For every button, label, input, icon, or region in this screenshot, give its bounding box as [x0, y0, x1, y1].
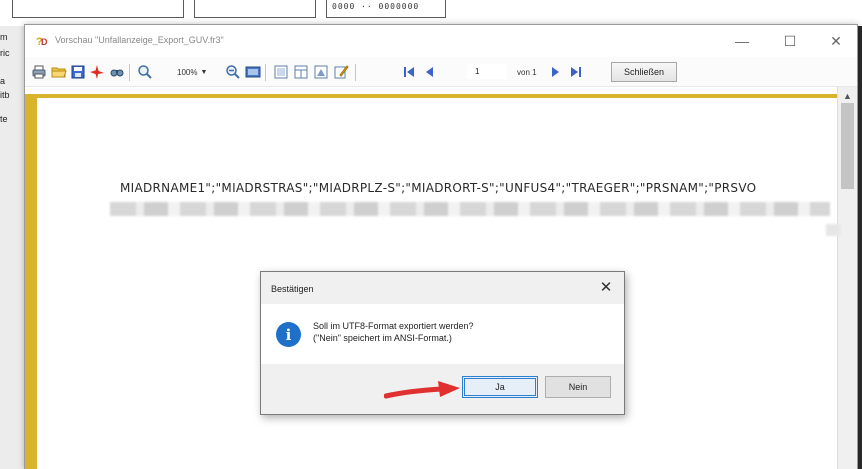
close-preview-button[interactable]: Schließen [611, 62, 677, 82]
minimize-button[interactable]: — [725, 29, 759, 53]
last-page-icon[interactable] [568, 64, 584, 80]
blurred-data-row [110, 202, 830, 216]
save-icon[interactable] [70, 64, 86, 80]
close-window-button[interactable]: ✕ [819, 29, 853, 53]
full-screen-icon[interactable] [245, 64, 261, 80]
toolbar-separator [265, 64, 266, 81]
scrollbar-thumb[interactable] [841, 103, 854, 189]
dialog-message-line2: ("Nein" speichert im ANSI-Format.) [313, 333, 452, 343]
edit-icon[interactable] [333, 64, 349, 80]
toolbar-separator [355, 64, 356, 81]
page-number-input[interactable]: 1 [467, 64, 507, 79]
page-setup-icon[interactable] [273, 64, 289, 80]
app-logo-icon: ? D [36, 35, 48, 48]
background-fragment: itb [0, 90, 10, 100]
outline-icon[interactable] [293, 64, 309, 80]
background-cell [194, 0, 316, 18]
title-bar[interactable]: ? D Vorschau "Unfallanzeige_Export_GUV.f… [25, 25, 857, 57]
open-icon[interactable] [51, 64, 67, 80]
csv-header-line: MIADRNAME1";"MIADRSTRAS";"MIADRPLZ-S";"M… [120, 181, 757, 195]
first-page-icon[interactable] [401, 64, 417, 80]
dialog-title: Bestätigen [271, 284, 314, 294]
zoom-select[interactable]: 100% ▼ [175, 65, 221, 79]
pdf-icon[interactable] [89, 64, 105, 80]
zoom-in-icon[interactable] [137, 64, 153, 80]
find-icon[interactable] [109, 64, 125, 80]
maximize-button[interactable]: ☐ [773, 29, 807, 53]
background-cell [12, 0, 184, 18]
close-icon[interactable]: ✕ [598, 279, 614, 296]
yes-button[interactable]: Ja [462, 376, 538, 398]
info-icon: i [276, 322, 301, 347]
page-frame-left [25, 94, 37, 469]
page-count: von 1 [517, 68, 537, 77]
dialog-body: i Soll im UTF8-Format exportiert werden?… [261, 304, 624, 364]
background-fragment: a [0, 76, 6, 86]
toolbar: 100% ▼ 1 von 1 Schließen [25, 57, 857, 87]
blurred-data-fragment [826, 224, 840, 236]
background-fragment: te [0, 114, 8, 124]
red-arrow-icon [384, 381, 460, 399]
prev-page-icon[interactable] [421, 64, 437, 80]
background-app-header: 0000 ·· 0000000 [0, 0, 862, 26]
vertical-scrollbar[interactable]: ▲ [837, 87, 857, 469]
svg-text:D: D [41, 37, 48, 47]
background-fragment: m [0, 32, 8, 42]
chevron-down-icon: ▼ [200, 68, 208, 76]
dialog-message-line1: Soll im UTF8-Format exportiert werden? [313, 321, 474, 331]
zoom-value: 100% [177, 67, 198, 77]
toolbar-separator [129, 64, 130, 81]
window-title: Vorschau "Unfallanzeige_Export_GUV.fr3" [55, 35, 224, 45]
zoom-out-icon[interactable] [225, 64, 241, 80]
background-text: 0000 ·· 0000000 [332, 2, 420, 11]
thumbnails-icon[interactable] [313, 64, 329, 80]
scroll-up-icon[interactable]: ▲ [843, 91, 852, 101]
background-app-sidebar: m ric a itb te [0, 26, 26, 469]
screen: 0000 ·· 0000000 m ric a itb te ? D Vorsc… [0, 0, 862, 469]
print-icon[interactable] [31, 64, 47, 80]
background-fragment: ric [0, 48, 10, 58]
no-button[interactable]: Nein [545, 376, 611, 398]
next-page-icon[interactable] [548, 64, 564, 80]
